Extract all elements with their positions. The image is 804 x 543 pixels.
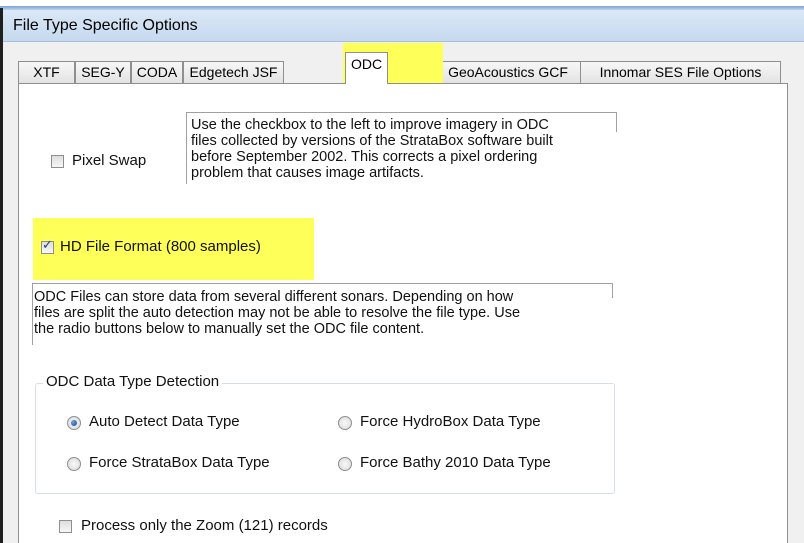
info-line: the radio buttons below to manually set … xyxy=(34,321,425,337)
force-bathy-2010-radio[interactable] xyxy=(338,457,352,471)
force-stratabox-label[interactable]: Force StrataBox Data Type xyxy=(89,454,270,471)
tab-label: Edgetech JSF xyxy=(189,64,278,80)
title-bar[interactable]: File Type Specific Options xyxy=(3,10,804,42)
info-line: ODC Files can store data from several di… xyxy=(34,289,514,305)
tab-label: CODA xyxy=(136,64,178,80)
hd-format-checkbox[interactable]: ✓ xyxy=(41,237,54,254)
tab-innomar-ses[interactable]: Innomar SES File Options xyxy=(580,61,781,83)
hd-format-label[interactable]: HD File Format (800 samples) xyxy=(60,238,261,255)
tab-odc[interactable]: ODC xyxy=(345,52,388,84)
info-line: files are split the auto detection may n… xyxy=(34,305,521,321)
tab-label: ODC xyxy=(350,56,383,72)
radio-selected-dot xyxy=(71,420,77,426)
zoom-only-label[interactable]: Process only the Zoom (121) records xyxy=(81,517,328,534)
force-bathy-2010-label[interactable]: Force Bathy 2010 Data Type xyxy=(360,454,551,471)
tab-label: SEG-Y xyxy=(81,64,125,80)
tab-geoacoustics-gcf[interactable]: GeoAcoustics GCF xyxy=(423,61,593,83)
auto-detect-label[interactable]: Auto Detect Data Type xyxy=(89,413,240,430)
odc-detection-group xyxy=(35,383,615,494)
tab-edgetech-jsf[interactable]: Edgetech JSF xyxy=(183,61,284,83)
description-line: before September 2002. This corrects a p… xyxy=(191,149,538,165)
window-title: File Type Specific Options xyxy=(13,17,198,34)
pixel-swap-description: Use the checkbox to the left to improve … xyxy=(186,112,616,184)
info-border xyxy=(612,283,613,298)
odc-info-text: ODC Files can store data from several di… xyxy=(32,283,612,345)
description-line: problem that causes image artifacts. xyxy=(191,165,424,181)
tab-label: GeoAcoustics GCF xyxy=(448,64,568,80)
pixel-swap-checkbox[interactable] xyxy=(51,155,64,168)
force-hydrobox-label[interactable]: Force HydroBox Data Type xyxy=(360,413,541,430)
tab-seg-y[interactable]: SEG-Y xyxy=(75,61,131,83)
description-line: Use the checkbox to the left to improve … xyxy=(191,117,549,133)
force-stratabox-radio[interactable] xyxy=(67,457,81,471)
odc-detection-group-title: ODC Data Type Detection xyxy=(43,373,223,390)
tab-label: XTF xyxy=(33,64,60,80)
zoom-only-checkbox[interactable] xyxy=(59,520,72,533)
force-hydrobox-radio[interactable] xyxy=(338,416,352,430)
checkmark-icon: ✓ xyxy=(42,237,53,252)
auto-detect-radio[interactable] xyxy=(67,416,81,430)
tab-coda[interactable]: CODA xyxy=(131,61,183,83)
description-line: files collected by versions of the Strat… xyxy=(191,133,553,149)
description-border xyxy=(616,112,617,132)
tab-xtf[interactable]: XTF xyxy=(18,61,75,83)
pixel-swap-label[interactable]: Pixel Swap xyxy=(72,152,146,169)
tab-label: Innomar SES File Options xyxy=(599,64,762,80)
